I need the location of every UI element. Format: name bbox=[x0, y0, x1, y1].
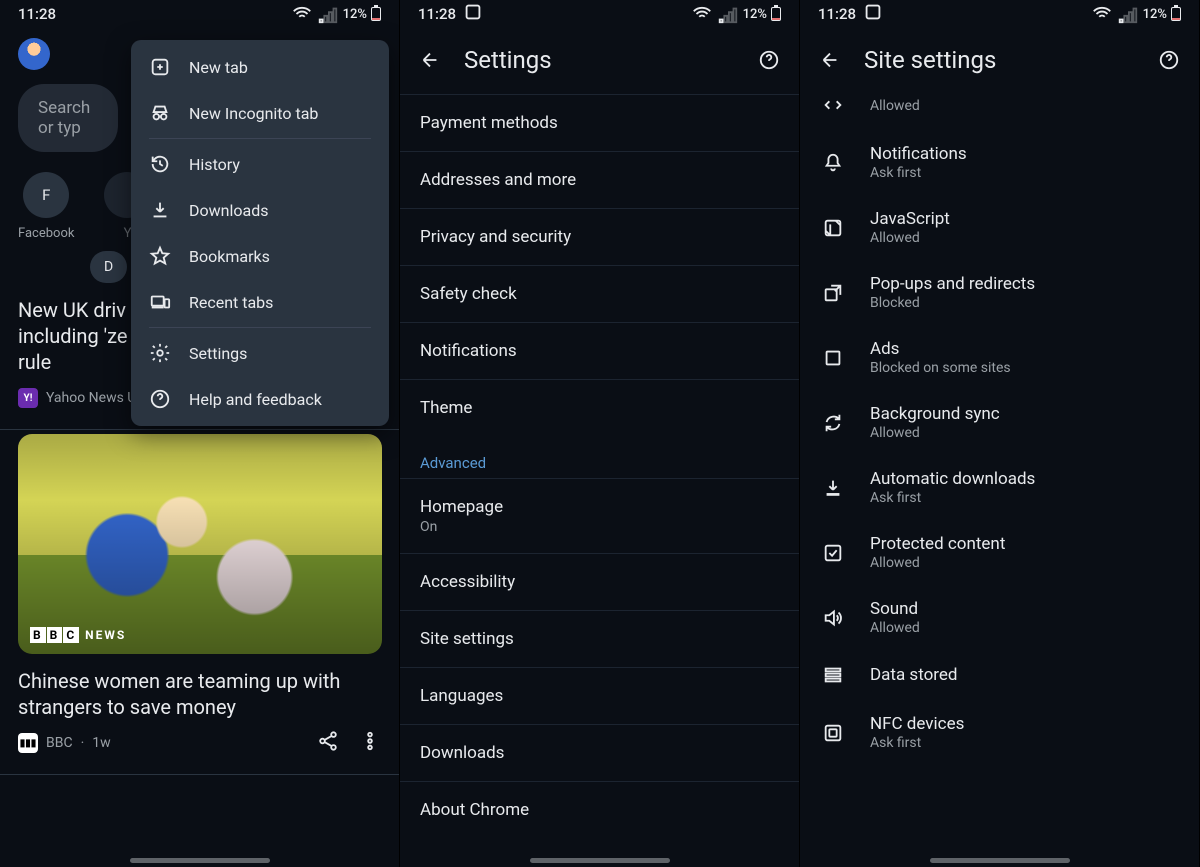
wifi-icon bbox=[691, 3, 713, 25]
section-advanced: Advanced bbox=[400, 436, 799, 478]
bell-icon bbox=[820, 152, 846, 174]
settings-row-about-chrome[interactable]: About Chrome bbox=[400, 781, 799, 838]
site-setting-data-stored[interactable]: Data stored bbox=[800, 650, 1199, 700]
home-indicator bbox=[530, 858, 670, 863]
battery-percent: 12% bbox=[343, 7, 367, 22]
sync-icon bbox=[820, 412, 846, 434]
nfc-icon bbox=[820, 722, 846, 744]
status-time: 11:28 bbox=[18, 5, 56, 23]
star-icon bbox=[149, 245, 171, 267]
bbc-logo-overlay: BBC NEWS bbox=[30, 628, 126, 642]
site-setting-nfc-devices[interactable]: NFC devicesAsk first bbox=[800, 700, 1199, 765]
help-icon bbox=[149, 388, 171, 410]
menu-settings[interactable]: Settings bbox=[131, 330, 389, 376]
settings-row-accessibility[interactable]: Accessibility bbox=[400, 553, 799, 610]
wifi-icon bbox=[291, 3, 313, 25]
plus-box-icon bbox=[149, 56, 171, 78]
site-setting-background-sync[interactable]: Background syncAllowed bbox=[800, 390, 1199, 455]
gear-icon bbox=[149, 342, 171, 364]
menu-history[interactable]: History bbox=[131, 141, 389, 187]
status-time: 11:28 bbox=[418, 5, 456, 23]
news-image[interactable]: BBC NEWS bbox=[18, 434, 382, 654]
menu-new-tab[interactable]: New tab bbox=[131, 44, 389, 90]
javascript-icon bbox=[820, 217, 846, 239]
download-icon bbox=[149, 199, 171, 221]
signal-icon bbox=[317, 3, 339, 25]
site-setting-automatic-downloads[interactable]: Automatic downloadsAsk first bbox=[800, 455, 1199, 520]
download-icon bbox=[820, 477, 846, 499]
status-time: 11:28 bbox=[818, 5, 856, 23]
battery-icon bbox=[1171, 7, 1181, 21]
signal-icon bbox=[717, 3, 739, 25]
settings-row-notifications[interactable]: Notifications bbox=[400, 322, 799, 379]
overflow-menu: New tab New Incognito tab History Downlo… bbox=[131, 40, 389, 426]
site-setting-notifications[interactable]: NotificationsAsk first bbox=[800, 130, 1199, 195]
site-setting-pop-ups-and-redirects[interactable]: Pop-ups and redirectsBlocked bbox=[800, 260, 1199, 325]
home-indicator bbox=[130, 858, 270, 863]
statusbar: 11:28 12% bbox=[800, 0, 1199, 28]
settings-row-site-settings[interactable]: Site settings bbox=[400, 610, 799, 667]
page-title: Settings bbox=[464, 46, 735, 74]
code-icon bbox=[820, 94, 846, 116]
menu-help[interactable]: Help and feedback bbox=[131, 376, 389, 422]
back-button[interactable] bbox=[818, 48, 842, 72]
page-title: Site settings bbox=[864, 46, 1135, 74]
battery-icon bbox=[371, 7, 381, 21]
site-setting-ads[interactable]: AdsBlocked on some sites bbox=[800, 325, 1199, 390]
news-age: 1w bbox=[92, 735, 110, 751]
menu-downloads[interactable]: Downloads bbox=[131, 187, 389, 233]
chip-partial[interactable]: D bbox=[90, 251, 127, 283]
ads-icon bbox=[820, 347, 846, 369]
battery-percent: 12% bbox=[743, 7, 767, 22]
site-row-peek[interactable]: Allowed bbox=[800, 94, 1199, 130]
site-setting-protected-content[interactable]: Protected contentAllowed bbox=[800, 520, 1199, 585]
source-badge-icon: ▮▮▮ bbox=[18, 733, 38, 753]
incognito-icon bbox=[149, 102, 171, 124]
help-icon[interactable] bbox=[757, 48, 781, 72]
settings-row-payment-methods[interactable]: Payment methods bbox=[400, 94, 799, 151]
share-icon[interactable] bbox=[317, 730, 339, 756]
settings-row-safety-check[interactable]: Safety check bbox=[400, 265, 799, 322]
battery-percent: 12% bbox=[1143, 7, 1167, 22]
search-input[interactable]: Search or typ bbox=[18, 84, 118, 152]
settings-row-homepage[interactable]: HomepageOn bbox=[400, 478, 799, 553]
home-indicator bbox=[930, 858, 1070, 863]
history-icon bbox=[149, 153, 171, 175]
battery-icon bbox=[771, 7, 781, 21]
settings-row-languages[interactable]: Languages bbox=[400, 667, 799, 724]
screen-chrome-home: 11:28 12% Search or typ F Facebook Y D N… bbox=[0, 0, 400, 867]
screen-settings: 11:28 12% Settings Payment methodsAddres… bbox=[400, 0, 800, 867]
wifi-icon bbox=[1091, 3, 1113, 25]
shortcut-facebook[interactable]: F Facebook bbox=[18, 172, 74, 241]
site-setting-javascript[interactable]: JavaScriptAllowed bbox=[800, 195, 1199, 260]
news-card-1[interactable]: Chinese women are teaming up with strang… bbox=[0, 668, 399, 770]
devices-icon bbox=[149, 291, 171, 313]
more-icon[interactable] bbox=[359, 730, 381, 756]
profile-avatar[interactable] bbox=[18, 38, 50, 70]
settings-row-addresses-and-more[interactable]: Addresses and more bbox=[400, 151, 799, 208]
popup-icon bbox=[820, 282, 846, 304]
source-badge-icon: Y! bbox=[18, 388, 38, 408]
statusbar: 11:28 12% bbox=[0, 0, 399, 28]
menu-incognito[interactable]: New Incognito tab bbox=[131, 90, 389, 136]
signal-icon bbox=[1117, 3, 1139, 25]
settings-row-privacy-and-security[interactable]: Privacy and security bbox=[400, 208, 799, 265]
news-title: Chinese women are teaming up with strang… bbox=[18, 668, 381, 720]
back-button[interactable] bbox=[418, 48, 442, 72]
news-source: BBC bbox=[46, 735, 73, 751]
settings-row-theme[interactable]: Theme bbox=[400, 379, 799, 436]
screenshot-indicator-icon bbox=[462, 1, 484, 27]
sound-icon bbox=[820, 607, 846, 629]
data-icon bbox=[820, 664, 846, 686]
help-icon[interactable] bbox=[1157, 48, 1181, 72]
site-setting-sound[interactable]: SoundAllowed bbox=[800, 585, 1199, 650]
menu-bookmarks[interactable]: Bookmarks bbox=[131, 233, 389, 279]
protected-icon bbox=[820, 542, 846, 564]
statusbar: 11:28 12% bbox=[400, 0, 799, 28]
settings-row-downloads[interactable]: Downloads bbox=[400, 724, 799, 781]
screenshot-indicator-icon bbox=[862, 1, 884, 27]
menu-recent-tabs[interactable]: Recent tabs bbox=[131, 279, 389, 325]
screen-site-settings: 11:28 12% Site settings Allowed Notifica… bbox=[800, 0, 1200, 867]
